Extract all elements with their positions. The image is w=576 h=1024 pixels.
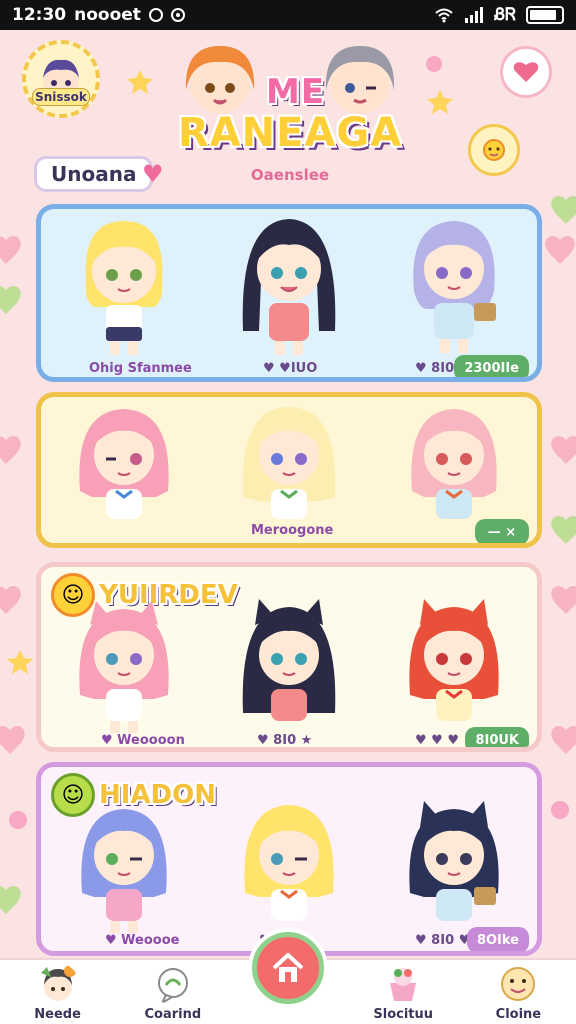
speech-bubble-icon	[157, 968, 188, 1005]
character-peach-hair-icon	[411, 409, 497, 519]
character-card-3[interactable]: ☺ YUIIRDEV ♥ Weoooon ♥ 8I0 ★ ♥ ♥ ♥ 8I0UK	[36, 562, 542, 752]
heart-chat-icon	[513, 62, 539, 82]
character-pink-hair-icon	[79, 409, 169, 519]
daily-reward-button[interactable]	[468, 124, 520, 176]
character-cream-hair-icon	[242, 407, 336, 519]
smiley-face-icon	[501, 967, 536, 1001]
bottom-navigation: Neede Coarind Slocituu Cloine	[0, 932, 576, 1024]
nav-item-home[interactable]	[230, 932, 345, 1024]
profile-avatar-button[interactable]: Snissok	[22, 40, 100, 118]
character-red-cat-icon	[409, 599, 499, 721]
card-tag-button[interactable]: 8I0UK	[465, 727, 529, 747]
character-black-cat-icon	[242, 599, 336, 721]
card-tag-button[interactable]: 2300IIe	[454, 355, 529, 377]
status-time: 12:30	[12, 5, 67, 25]
alarm-icon	[148, 8, 163, 22]
section-label[interactable]: Unoana	[34, 156, 154, 192]
card-caption: Ohig Sfanmee	[89, 361, 192, 376]
favorites-button[interactable]	[500, 46, 552, 98]
character-card-2[interactable]: Meroogone — ×	[36, 392, 542, 548]
character-card-4[interactable]: ☺ HIADON ♥ Weoooe ♥ 8I0 ♥ 8OIke	[36, 762, 542, 956]
character-navy-cat-icon	[409, 801, 499, 921]
card-tag-button[interactable]: — ×	[475, 519, 529, 543]
home-button[interactable]	[252, 932, 324, 1004]
wifi-icon	[435, 8, 453, 23]
nav-item-profile[interactable]: Cloine	[461, 960, 576, 1024]
character-avatar-icon	[40, 965, 76, 1001]
nav-label: Slocituu	[373, 1007, 434, 1022]
status-carrier: noooet	[74, 5, 141, 25]
character-card-1[interactable]: Ohig Sfanmee ♥ ♥IUO ♥ 8I0 ♥ 2300IIe	[36, 204, 542, 382]
character-blue-hair-icon	[80, 809, 167, 933]
card-caption: ♥ Weoooe	[105, 933, 180, 948]
nav-item-needs[interactable]: Neede	[0, 960, 115, 1024]
character-blonde-icon	[85, 221, 163, 355]
card-rating: ♥ ♥ ♥	[415, 733, 460, 748]
nav-item-chat[interactable]: Coarind	[115, 960, 230, 1024]
nav-label: Cloine	[495, 1007, 542, 1022]
character-yellow-hair-icon	[244, 805, 334, 921]
card-caption: Meroogone	[251, 523, 334, 538]
profile-label: Snissok	[32, 88, 90, 106]
card-stats: ♥ ♥IUO	[263, 361, 318, 376]
notification-icon	[170, 8, 185, 22]
nav-label: Neede	[34, 1007, 81, 1022]
battery-icon	[526, 6, 564, 24]
logo-title-top: ME	[266, 72, 326, 112]
card-stats: ♥ 8I0 ★	[257, 733, 313, 748]
logo-subtitle: Oaenslee	[250, 166, 330, 184]
signal-icon	[464, 7, 483, 23]
status-bar: 12:30 noooet ᏰᏒ	[0, 0, 576, 30]
cupcake-icon	[390, 968, 417, 1001]
card-tag-button[interactable]: 8OIke	[466, 927, 529, 951]
character-lilac-hair-icon	[413, 221, 497, 353]
home-icon	[272, 953, 304, 982]
nav-item-shop[interactable]: Slocituu	[346, 960, 461, 1024]
heart-icon: ♥	[142, 160, 164, 188]
status-network: ᏰᏒ	[493, 5, 516, 25]
card-rating: ♥ 8I0 ♥	[415, 933, 471, 948]
card-caption: ♥ Weoooon	[101, 733, 185, 748]
sun-icon	[483, 139, 505, 161]
app-logo: ME RANEAGA Oaenslee	[170, 38, 410, 190]
character-pink-cat-icon	[79, 601, 169, 733]
character-dark-hair-icon	[242, 219, 336, 355]
logo-title-main: RANEAGA	[177, 110, 403, 156]
nav-label: Coarind	[144, 1007, 202, 1022]
